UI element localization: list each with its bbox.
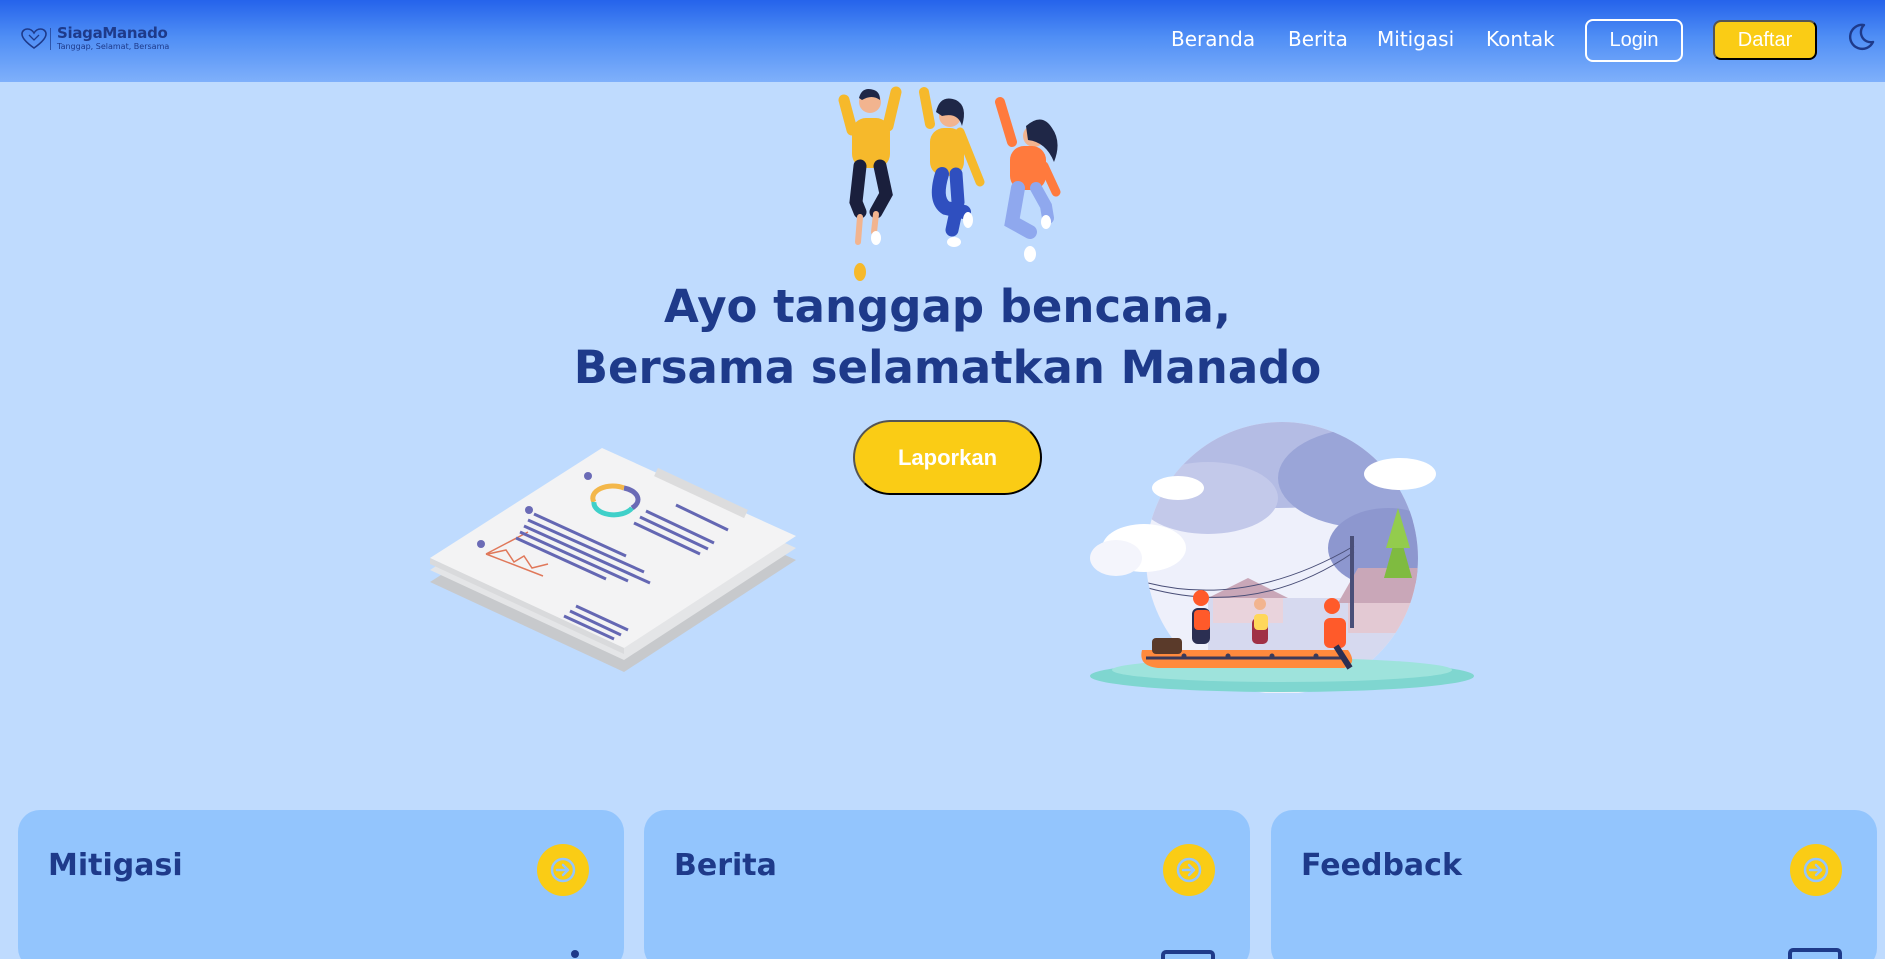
register-button[interactable]: Daftar: [1713, 20, 1817, 60]
card-title: Mitigasi: [48, 848, 183, 883]
heart-outline-icon: [21, 27, 47, 49]
person-3-figure: [995, 97, 1061, 262]
arrow-right-icon: [1176, 857, 1202, 883]
theme-toggle[interactable]: [1846, 22, 1876, 52]
hero-title-line-2: Bersama selamatkan Manado: [573, 341, 1322, 394]
brand-name: SiagaManado: [57, 24, 168, 42]
nav-link-berita[interactable]: Berita: [1288, 27, 1348, 51]
logo-text: SiagaManado Tanggap, Selamat, Bersama: [57, 26, 169, 51]
logo-divider: [50, 27, 51, 50]
card-mitigasi[interactable]: Mitigasi: [18, 810, 624, 959]
nav-link-kontak[interactable]: Kontak: [1486, 27, 1555, 51]
flood-rescue-illustration: [1090, 422, 1474, 693]
report-document-illustration: [430, 448, 796, 672]
brand-tagline: Tanggap, Selamat, Bersama: [57, 42, 170, 51]
navbar: SiagaManado Tanggap, Selamat, Bersama Be…: [0, 0, 1885, 82]
person-1-figure: [838, 86, 902, 281]
hero-title-line-1: Ayo tanggap bencana,: [663, 280, 1232, 333]
jumping-people-illustration: [838, 86, 1061, 281]
nav-link-mitigasi[interactable]: Mitigasi: [1377, 27, 1454, 51]
arrow-right-icon: [550, 857, 576, 883]
info-icon: [571, 950, 579, 958]
login-button[interactable]: Login: [1585, 19, 1683, 62]
report-button[interactable]: Laporkan: [853, 420, 1042, 495]
hero-title: Ayo tanggap bencana, Bersama selamatkan …: [0, 276, 1885, 398]
card-feedback[interactable]: Feedback: [1271, 810, 1877, 959]
card-arrow-button[interactable]: [1163, 844, 1215, 896]
card-arrow-button[interactable]: [1790, 844, 1842, 896]
moon-icon: [1849, 23, 1875, 51]
card-title: Feedback: [1301, 848, 1462, 883]
newspaper-icon: [1161, 950, 1215, 959]
card-berita[interactable]: Berita: [644, 810, 1250, 959]
card-title: Berita: [674, 848, 777, 883]
card-arrow-button[interactable]: [537, 844, 589, 896]
message-icon: [1788, 948, 1842, 959]
arrow-right-icon: [1803, 857, 1829, 883]
brand-logo[interactable]: SiagaManado Tanggap, Selamat, Bersama: [20, 26, 169, 51]
nav-link-beranda[interactable]: Beranda: [1171, 27, 1255, 51]
person-2-figure: [919, 87, 985, 247]
